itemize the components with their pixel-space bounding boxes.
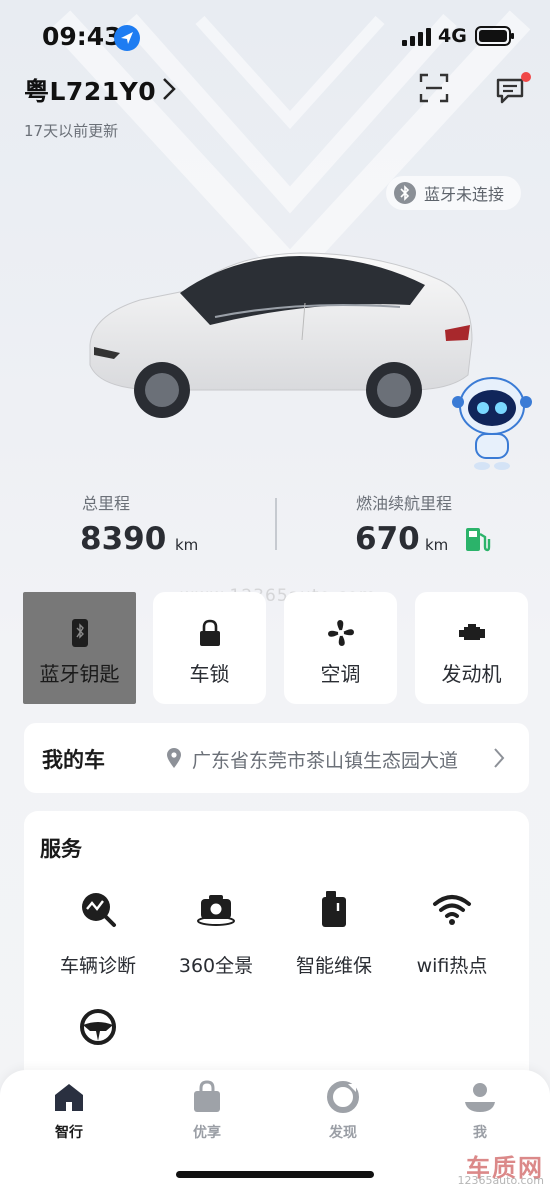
license-plate[interactable]: 粤L721Y0 [24, 72, 156, 108]
corner-watermark: 车质网 12365auto.com [452, 1148, 550, 1190]
scan-icon[interactable] [418, 72, 450, 104]
mileage-value: 8390 [80, 521, 167, 557]
update-time: 17天以前更新 [24, 122, 119, 140]
lock-icon [199, 619, 220, 646]
tab-premium[interactable]: 优享 [162, 1080, 252, 1146]
chevron-right-icon[interactable] [160, 76, 178, 102]
tab-smart-travel[interactable]: 智行 [24, 1080, 114, 1146]
home-indicator [176, 1171, 374, 1178]
status-bar: 09:43 4G [0, 0, 550, 70]
bluetooth-key-button[interactable]: 蓝牙钥匙 [23, 592, 136, 704]
bag-icon [194, 1080, 220, 1112]
discover-icon [327, 1081, 359, 1113]
engine-button[interactable]: 发动机 [415, 592, 528, 704]
my-car-title: 我的车 [42, 748, 105, 772]
mascot-robot-icon[interactable] [452, 372, 532, 472]
mileage-label: 总里程 [82, 494, 131, 513]
tab-label: 发现 [329, 1125, 357, 1141]
battery-icon [475, 26, 514, 46]
mileage-unit: km [175, 536, 199, 554]
maintenance-icon [322, 891, 346, 927]
fan-icon [327, 620, 354, 646]
wifi-icon [433, 895, 471, 925]
steering-wheel-icon [80, 1009, 116, 1045]
message-icon[interactable] [494, 72, 532, 106]
service-smart-maintenance[interactable]: 智能维保 [274, 889, 394, 989]
my-car-card[interactable]: 我的车 广东省东莞市茶山镇生态园大道 [24, 723, 529, 793]
profile-icon [465, 1083, 495, 1112]
network-type: 4G [438, 25, 467, 47]
car-lock-label: 车锁 [189, 662, 230, 686]
bluetooth-key-label: 蓝牙钥匙 [39, 662, 120, 686]
home-icon [55, 1084, 83, 1111]
car-image [89, 252, 473, 418]
tab-label: 优享 [193, 1125, 221, 1141]
air-conditioner-button[interactable]: 空调 [284, 592, 397, 704]
services-card: 服务 车辆诊断 360全景 智能维保 wifi热点 [24, 811, 529, 1111]
tab-label: 智行 [55, 1125, 83, 1141]
tab-discover[interactable]: 发现 [298, 1080, 388, 1146]
car-lock-button[interactable]: 车锁 [153, 592, 266, 704]
service-label: wifi热点 [416, 955, 488, 977]
service-wifi-hotspot[interactable]: wifi热点 [392, 889, 512, 989]
bluetooth-key-icon [71, 619, 88, 647]
service-vehicle-diagnosis[interactable]: 车辆诊断 [38, 889, 158, 989]
corner-watermark-url: 12365auto.com [457, 1174, 544, 1187]
chevron-right-icon [494, 748, 505, 768]
location-pin-icon [167, 748, 181, 768]
range-label: 燃油续航里程 [356, 494, 453, 513]
service-label: 360全景 [178, 955, 254, 977]
tab-me[interactable]: 我 [435, 1080, 525, 1146]
signal-icon [402, 28, 431, 46]
stats-divider [275, 498, 277, 550]
engine-icon [458, 624, 485, 640]
services-title: 服务 [40, 837, 82, 861]
tab-label: 我 [473, 1125, 487, 1141]
range-unit: km [425, 536, 449, 554]
bluetooth-status-pill[interactable]: 蓝牙未连接 [386, 176, 521, 210]
camera-360-icon [197, 895, 235, 926]
fuel-pump-icon [466, 528, 491, 552]
range-value: 670 [355, 521, 420, 557]
air-conditioner-label: 空调 [320, 662, 361, 686]
bluetooth-icon [394, 182, 416, 204]
status-time: 09:43 [42, 22, 122, 51]
my-car-address: 广东省东莞市茶山镇生态园大道 [192, 750, 459, 772]
engine-label: 发动机 [441, 662, 502, 686]
diagnosis-icon [82, 893, 116, 927]
location-arrow-icon [114, 25, 140, 51]
service-360-view[interactable]: 360全景 [156, 889, 276, 989]
service-label: 智能维保 [295, 955, 372, 977]
service-label: 车辆诊断 [59, 955, 136, 977]
bluetooth-status-text: 蓝牙未连接 [424, 185, 505, 204]
